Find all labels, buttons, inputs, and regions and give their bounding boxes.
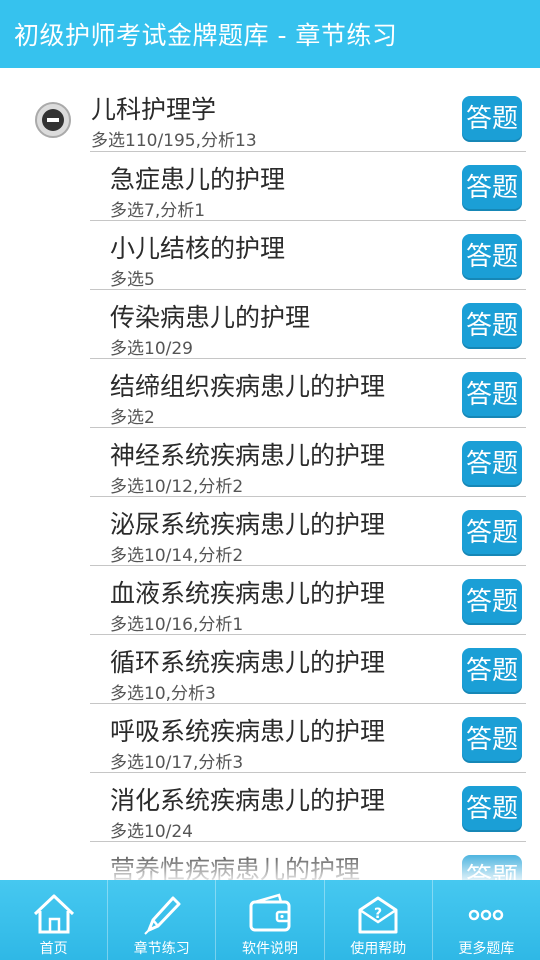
answer-button[interactable]: 答题 — [462, 717, 522, 763]
list-item[interactable]: 结缔组织疾病患儿的护理 多选2 答题 — [0, 359, 540, 428]
answer-button[interactable]: 答题 — [462, 648, 522, 694]
list-item-parent[interactable]: 儿科护理学 多选110/195,分析13 答题 — [0, 84, 540, 152]
chapter-stats: 多选7,分析1 — [110, 201, 206, 221]
chapter-title: 小儿结核的护理 — [110, 234, 286, 263]
chapter-title: 营养性疾病患儿的护理 — [110, 855, 361, 880]
parent-stats: 多选110/195,分析13 — [91, 131, 257, 151]
answer-button[interactable]: 答题 — [462, 96, 522, 142]
list-item[interactable]: 急症患儿的护理 多选7,分析1 答题 — [0, 152, 540, 221]
list-item[interactable]: 传染病患儿的护理 多选10/29 答题 — [0, 290, 540, 359]
list-item[interactable]: 小儿结核的护理 多选5 答题 — [0, 221, 540, 290]
chapter-title: 泌尿系统疾病患儿的护理 — [110, 510, 386, 539]
page-title: 初级护师考试金牌题库 - 章节练习 — [14, 21, 398, 50]
chapter-title: 神经系统疾病患儿的护理 — [110, 441, 386, 470]
pencil-icon — [144, 896, 181, 935]
tab-home[interactable]: 首页 — [0, 880, 109, 960]
list-item[interactable]: 营养性疾病患儿的护理 答题 — [0, 842, 540, 880]
list-item[interactable]: 循环系统疾病患儿的护理 多选10,分析3 答题 — [0, 635, 540, 704]
chapter-stats: 多选10,分析3 — [110, 684, 216, 704]
collapse-icon[interactable] — [35, 102, 71, 138]
tab-label: 软件说明 — [242, 941, 298, 957]
tab-label: 章节练习 — [133, 941, 190, 957]
svg-text:?: ? — [374, 906, 382, 922]
answer-button[interactable]: 答题 — [462, 579, 522, 625]
tab-chapter-practice[interactable]: 章节练习 — [108, 880, 217, 960]
parent-title: 儿科护理学 — [91, 95, 217, 124]
chapter-title: 急症患儿的护理 — [110, 165, 286, 194]
chapter-stats: 多选10/29 — [110, 339, 193, 359]
chapter-title: 呼吸系统疾病患儿的护理 — [110, 717, 386, 746]
answer-button[interactable]: 答题 — [462, 855, 522, 880]
chapter-title: 传染病患儿的护理 — [110, 303, 311, 332]
tab-label: 使用帮助 — [350, 941, 407, 957]
chapter-stats: 多选10/14,分析2 — [110, 546, 244, 566]
tab-help[interactable]: ? 使用帮助 — [325, 880, 433, 960]
answer-button[interactable]: 答题 — [462, 372, 522, 418]
title-bar: 初级护师考试金牌题库 - 章节练习 — [0, 0, 540, 68]
answer-button[interactable]: 答题 — [462, 303, 522, 349]
chapter-list[interactable]: 儿科护理学 多选110/195,分析13 答题 急症患儿的护理 多选7,分析1 … — [0, 68, 540, 880]
chapter-stats: 多选10/17,分析3 — [110, 753, 244, 773]
home-icon — [33, 894, 74, 934]
list-item[interactable]: 消化系统疾病患儿的护理 多选10/24 答题 — [0, 773, 540, 842]
list-item[interactable]: 血液系统疾病患儿的护理 多选10/16,分析1 答题 — [0, 566, 540, 635]
help-envelope-icon: ? — [358, 896, 398, 934]
answer-button[interactable]: 答题 — [462, 441, 522, 487]
chapter-stats: 多选10/12,分析2 — [110, 477, 244, 497]
list-item[interactable]: 泌尿系统疾病患儿的护理 多选10/14,分析2 答题 — [0, 497, 540, 566]
chapter-stats: 多选5 — [110, 270, 155, 290]
tab-label: 首页 — [39, 941, 68, 957]
answer-button[interactable]: 答题 — [462, 510, 522, 556]
chapter-title: 血液系统疾病患儿的护理 — [110, 579, 386, 608]
list-item[interactable]: 神经系统疾病患儿的护理 多选10/12,分析2 答题 — [0, 428, 540, 497]
bottom-tab-bar: 首页 章节练习 软件说明 ? 使用帮助 更多题库 — [0, 880, 540, 960]
chapter-stats: 多选10/24 — [110, 822, 193, 842]
answer-button[interactable]: 答题 — [462, 786, 522, 832]
answer-button[interactable]: 答题 — [462, 165, 522, 211]
more-icon — [469, 909, 504, 921]
list-item[interactable]: 呼吸系统疾病患儿的护理 多选10/17,分析3 答题 — [0, 704, 540, 773]
tab-label: 更多题库 — [458, 941, 515, 957]
chapter-stats: 多选2 — [110, 408, 155, 428]
wallet-icon — [249, 893, 291, 932]
chapter-title: 结缔组织疾病患儿的护理 — [110, 372, 386, 401]
chapter-stats: 多选10/16,分析1 — [110, 615, 244, 635]
tab-more-banks[interactable]: 更多题库 — [433, 880, 540, 960]
answer-button[interactable]: 答题 — [462, 234, 522, 280]
chapter-title: 循环系统疾病患儿的护理 — [110, 648, 386, 677]
tab-software-info[interactable]: 软件说明 — [216, 880, 325, 960]
chapter-title: 消化系统疾病患儿的护理 — [110, 786, 386, 815]
